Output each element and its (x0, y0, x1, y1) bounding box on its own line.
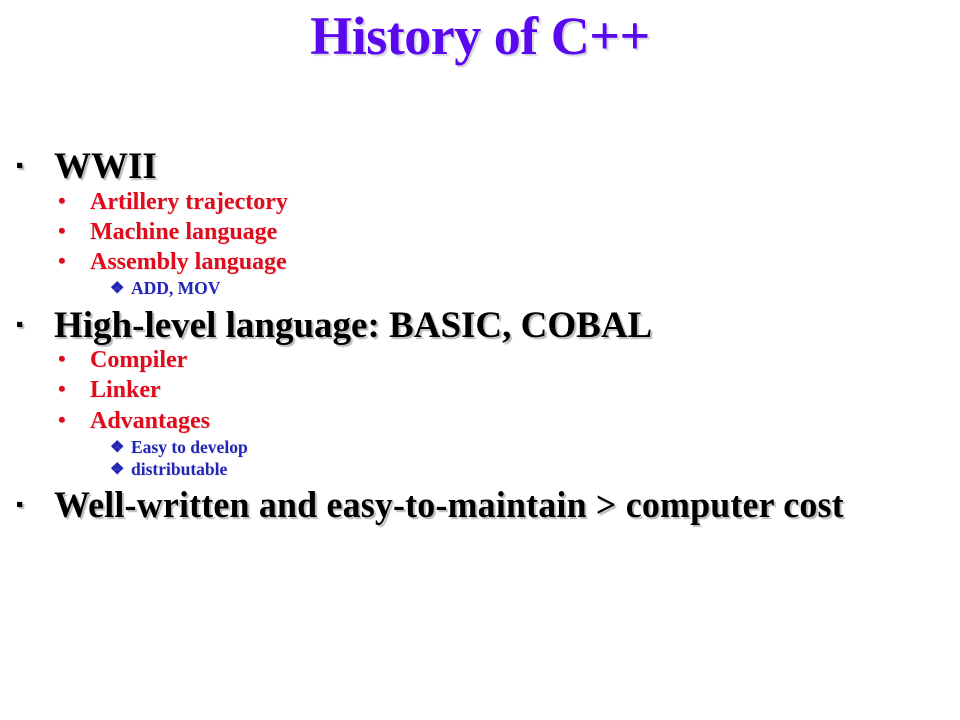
bullet-text: Well-written and easy-to-maintain > comp… (54, 485, 844, 527)
bullet-level2: • Machine language (0, 217, 960, 247)
bullet-text: Artillery trajectory (90, 188, 288, 215)
bullet-level2: • Advantages (0, 406, 960, 436)
bullet-level3: ❖ Easy to develop (0, 436, 960, 458)
bullet-text: Assembly language (90, 249, 287, 276)
bullet-text: High-level language: BASIC, COBAL (54, 304, 653, 346)
bullet-level3: ❖ ADD, MOV (0, 277, 960, 299)
bullet-text: ADD, MOV (131, 278, 221, 299)
diamond-bullet-icon: ❖ (110, 438, 125, 456)
dot-bullet-icon: • (58, 376, 66, 402)
bullet-level1: ▪ High-level language: BASIC, COBAL (0, 304, 960, 346)
bullet-text: Linker (90, 377, 161, 404)
bullet-text: Advantages (90, 407, 211, 434)
bullet-text: WWII (54, 146, 157, 187)
diamond-bullet-icon: ❖ (110, 461, 125, 478)
square-bullet-icon: ▪ (16, 153, 24, 177)
dot-bullet-icon: • (58, 248, 66, 274)
bullet-text: Easy to develop (131, 436, 248, 457)
dot-bullet-icon: • (58, 406, 66, 432)
bullet-text: Machine language (90, 218, 278, 245)
page-title: History of C++ (310, 6, 650, 66)
square-bullet-icon: ▪ (16, 311, 24, 336)
bullet-text: distributable (131, 459, 228, 479)
bullet-level2: • Compiler (0, 345, 960, 375)
bullet-text: Compiler (90, 347, 188, 374)
bullet-level2: • Artillery trajectory (0, 187, 960, 217)
square-bullet-icon: ▪ (16, 492, 24, 517)
bullet-level3: ❖ distributable (0, 458, 960, 480)
bullet-level2: • Linker (0, 375, 960, 405)
bullet-level2: • Assembly language (0, 247, 960, 277)
dot-bullet-icon: • (58, 217, 66, 243)
dot-bullet-icon: • (58, 187, 66, 213)
dot-bullet-icon: • (58, 346, 66, 372)
slide-canvas: History of C++ ▪ WWII • Artillery trajec… (0, 0, 960, 720)
diamond-bullet-icon: ❖ (110, 280, 125, 298)
bullet-list: ▪ WWII • Artillery trajectory • Machine … (0, 145, 960, 526)
bullet-level1: ▪ Well-written and easy-to-maintain > co… (0, 486, 960, 526)
bullet-level1: ▪ WWII (0, 147, 960, 187)
